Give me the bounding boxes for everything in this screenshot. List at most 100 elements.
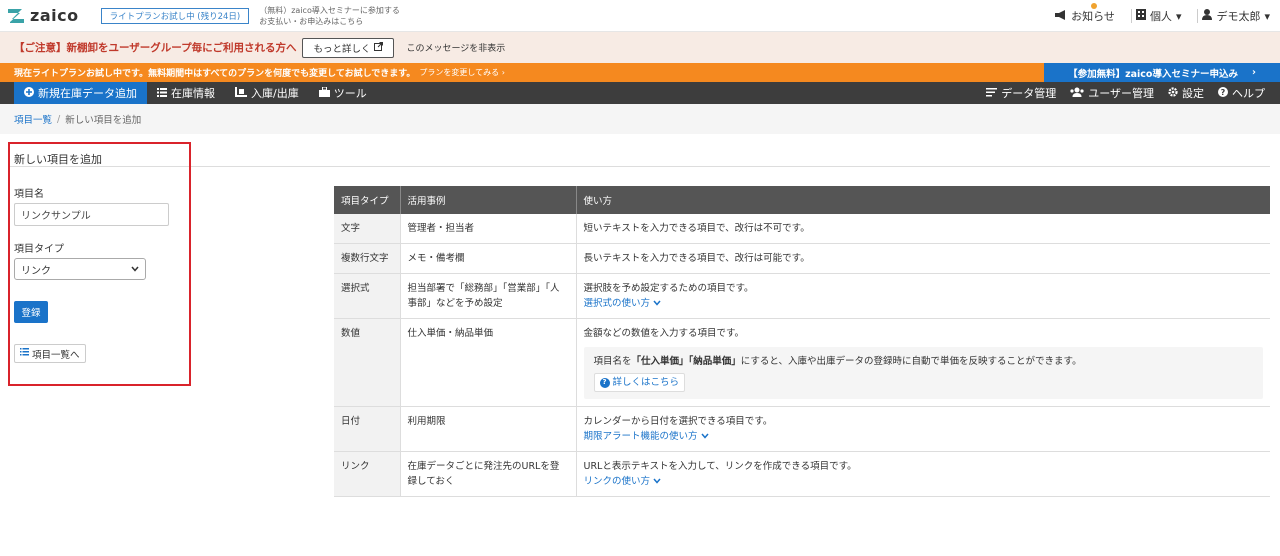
chevron-right-icon: › bbox=[1251, 67, 1256, 78]
row-example: 管理者・担当者 bbox=[400, 214, 577, 244]
external-link-icon bbox=[374, 41, 384, 54]
row-usage-cell: URLと表示テキストを入力して、リンクを作成できる項目です。 リンクの使い方 bbox=[576, 451, 1270, 497]
table-row: リンク 在庫データごとに発注先のURLを登録しておく URLと表示テキストを入力… bbox=[334, 451, 1270, 497]
nav-in-out[interactable]: 入庫/出庫 bbox=[225, 82, 309, 104]
notifications-button[interactable]: お知らせ bbox=[1055, 3, 1115, 24]
nav-data-manage[interactable]: データ管理 bbox=[981, 82, 1061, 104]
gear-icon bbox=[1168, 86, 1178, 100]
nav-user-manage-label: ユーザー管理 bbox=[1088, 87, 1154, 100]
chevron-down-icon bbox=[131, 264, 139, 275]
link-howto-link[interactable]: リンクの使い方 bbox=[584, 474, 662, 489]
list-icon bbox=[20, 348, 29, 359]
row-usage-cell: カレンダーから日付を選択できる項目です。 期限アラート機能の使い方 bbox=[576, 406, 1270, 452]
nav-new-item-label: 新規在庫データ追加 bbox=[38, 87, 137, 100]
row-example: 在庫データごとに発注先のURLを登録しておく bbox=[400, 451, 577, 497]
table-row: 選択式 担当部署で「総務部」「営業部」「人事部」などを予め設定 選択肢を予め設定… bbox=[334, 273, 1270, 319]
unit-price-tip: 項目名を「仕入単価」「納品単価」にすると、入庫や出庫データの登録時に自動で単価を… bbox=[583, 347, 1263, 399]
svg-text:?: ? bbox=[1221, 88, 1226, 97]
notifications-label: お知らせ bbox=[1071, 10, 1115, 23]
building-icon bbox=[1135, 9, 1146, 23]
tip-post: にすると、入庫や出庫データの登録時に自動で単価を反映することができます。 bbox=[740, 356, 1082, 367]
top-header: zaico ライトプランお試し中 (残り24日) （無料）zaico導入セミナー… bbox=[0, 0, 1280, 32]
nav-tools-label: ツール bbox=[333, 87, 367, 100]
item-type-value: リンク bbox=[21, 265, 51, 277]
tip-bold-2: 「納品単価」 bbox=[688, 356, 741, 367]
header-type: 項目タイプ bbox=[334, 186, 401, 214]
row-usage: 短いテキストを入力できる項目で、改行は不可です。 bbox=[576, 214, 1270, 244]
row-usage: 長いテキストを入力できる項目で、改行は可能です。 bbox=[576, 243, 1270, 274]
user-icon bbox=[1202, 9, 1213, 23]
divider bbox=[1130, 9, 1132, 23]
logo-text: zaico bbox=[30, 6, 79, 25]
seminar-signup-button[interactable]: 【参加無料】zaico導入セミナー申込み › bbox=[1044, 63, 1280, 82]
back-to-list-button[interactable]: 項目一覧へ bbox=[14, 344, 86, 363]
breadcrumb-separator: / bbox=[57, 113, 61, 125]
back-to-list-label: 項目一覧へ bbox=[32, 349, 80, 361]
expiry-alert-howto-label: 期限アラート機能の使い方 bbox=[583, 431, 698, 442]
seminar-link[interactable]: （無料）zaico導入セミナーに参加する bbox=[259, 5, 400, 16]
toolbox-icon bbox=[318, 86, 330, 100]
details-label: 詳しくはこちら bbox=[612, 377, 680, 388]
nav-inventory-label: 在庫情報 bbox=[171, 87, 215, 100]
row-type: 数値 bbox=[334, 318, 401, 407]
notice-bar: 【ご注意】新棚卸をユーザーグループ毎にご利用される方へ もっと詳しく このメッセ… bbox=[0, 32, 1280, 63]
nav-in-out-label: 入庫/出庫 bbox=[251, 87, 299, 100]
trial-text: 現在ライトプランお試し中です。無料期間中はすべてのプランを何度でも変更してお試し… bbox=[14, 69, 416, 79]
details-button[interactable]: ? 詳しくはこちら bbox=[593, 373, 686, 392]
more-details-label: もっと詳しく bbox=[313, 43, 371, 55]
lines-icon bbox=[986, 87, 998, 100]
megaphone-icon bbox=[1055, 9, 1067, 23]
list-icon bbox=[157, 87, 167, 100]
user-menu[interactable]: デモ太郎 ▾ bbox=[1202, 8, 1270, 24]
link-howto-label: リンクの使い方 bbox=[583, 476, 651, 487]
expiry-alert-howto-link[interactable]: 期限アラート機能の使い方 bbox=[584, 429, 709, 444]
table-row: 日付 利用期限 カレンダーから日付を選択できる項目です。 期限アラート機能の使い… bbox=[334, 406, 1270, 452]
personal-label: 個人 bbox=[1149, 10, 1172, 23]
nav-settings[interactable]: 設定 bbox=[1163, 82, 1209, 104]
chevron-down-icon bbox=[653, 296, 661, 311]
zaico-logo-icon bbox=[8, 8, 26, 23]
breadcrumb-parent[interactable]: 項目一覧 bbox=[14, 112, 52, 126]
row-example: メモ・備考欄 bbox=[400, 243, 577, 274]
tip-text: 項目名を「仕入単価」「納品単価」にすると、入庫や出庫データの登録時に自動で単価を… bbox=[594, 354, 1254, 369]
change-plan-link[interactable]: プランを変更してみる › bbox=[419, 67, 505, 78]
breadcrumb: 項目一覧 / 新しい項目を追加 bbox=[0, 104, 1280, 134]
table-row: 複数行文字 メモ・備考欄 長いテキストを入力できる項目で、改行は可能です。 bbox=[334, 243, 1270, 274]
question-circle-icon: ? bbox=[1218, 86, 1228, 100]
row-type: 複数行文字 bbox=[334, 243, 401, 274]
chevron-down-icon bbox=[700, 429, 709, 444]
nav-inventory[interactable]: 在庫情報 bbox=[147, 82, 225, 104]
header-usage: 使い方 bbox=[576, 186, 1270, 214]
tip-pre: 項目名を bbox=[593, 356, 632, 367]
caret-down-icon: ▾ bbox=[1175, 9, 1182, 23]
user-name: デモ太郎 bbox=[1216, 10, 1261, 23]
item-type-select[interactable]: リンク bbox=[14, 258, 146, 280]
row-type: 日付 bbox=[334, 406, 401, 452]
item-type-label: 項目タイプ bbox=[14, 244, 64, 255]
logo[interactable]: zaico bbox=[8, 6, 79, 25]
nav-new-item[interactable]: 新規在庫データ追加 bbox=[14, 82, 147, 104]
payment-link[interactable]: お支払い・お申込みはこちら bbox=[259, 16, 400, 27]
nav-settings-label: 設定 bbox=[1182, 87, 1204, 100]
tip-bold-1: 「仕入単価」 bbox=[631, 356, 689, 367]
seminar-signup-label: 【参加無料】zaico導入セミナー申込み bbox=[1068, 68, 1238, 80]
row-type: 選択式 bbox=[334, 273, 401, 319]
caret-down-icon: ▾ bbox=[1264, 9, 1270, 23]
item-name-label: 項目名 bbox=[14, 189, 44, 200]
notice-text: 【ご注意】新棚卸をユーザーグループ毎にご利用される方へ bbox=[14, 42, 297, 54]
register-button[interactable]: 登録 bbox=[14, 301, 48, 323]
row-example: 利用期限 bbox=[400, 406, 577, 452]
more-details-button[interactable]: もっと詳しく bbox=[302, 37, 395, 58]
nav-user-manage[interactable]: ユーザー管理 bbox=[1065, 82, 1159, 104]
header-example: 活用事例 bbox=[400, 186, 577, 214]
chevron-down-icon bbox=[653, 474, 661, 489]
select-howto-link[interactable]: 選択式の使い方 bbox=[584, 296, 662, 311]
divider bbox=[1197, 9, 1199, 23]
item-name-input[interactable] bbox=[14, 203, 169, 226]
nav-tools[interactable]: ツール bbox=[309, 82, 377, 104]
trial-badge[interactable]: ライトプランお試し中 (残り24日) bbox=[100, 7, 250, 24]
breadcrumb-current: 新しい項目を追加 bbox=[65, 115, 142, 126]
hide-message-link[interactable]: このメッセージを非表示 bbox=[406, 41, 505, 54]
personal-menu[interactable]: 個人 ▾ bbox=[1135, 8, 1182, 24]
nav-help[interactable]: ? ヘルプ bbox=[1213, 82, 1270, 104]
